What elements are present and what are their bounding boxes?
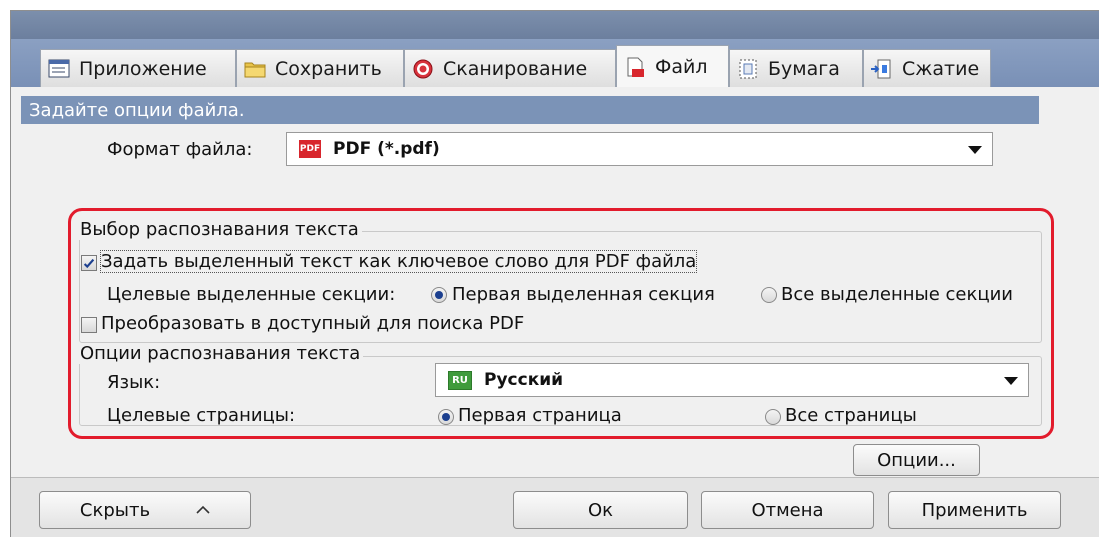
tab-label: Приложение (79, 57, 207, 80)
radio-all-pages[interactable] (765, 409, 781, 425)
radio-first-page[interactable] (438, 409, 454, 425)
keyword-checkbox[interactable] (81, 255, 97, 271)
application-icon (48, 59, 70, 77)
chevron-down-icon (1004, 377, 1018, 385)
radio-all-sections[interactable] (761, 287, 777, 303)
hide-button[interactable]: Скрыть (39, 491, 251, 529)
section-header: Задайте опции файла. (21, 96, 1039, 124)
target-pages-label: Целевые страницы: (107, 405, 296, 426)
checkmark-icon (83, 258, 95, 269)
title-bar (11, 11, 1099, 39)
chevron-down-icon (968, 146, 982, 154)
language-label: Язык: (107, 372, 161, 393)
pdf-icon: PDF (299, 140, 321, 158)
target-sections-label: Целевые выделенные секции: (107, 284, 396, 305)
ru-flag-icon: RU (448, 370, 472, 390)
tab-label: Сохранить (275, 57, 382, 80)
file-icon (627, 57, 644, 77)
file-format-dropdown[interactable]: PDF PDF (*.pdf) (286, 132, 993, 166)
keyword-checkbox-label[interactable]: Задать выделенный текст как ключевое сло… (99, 250, 698, 273)
searchable-pdf-label[interactable]: Преобразовать в доступный для поиска PDF (101, 313, 524, 334)
chevron-up-icon (196, 505, 210, 514)
searchable-pdf-checkbox[interactable] (81, 317, 97, 333)
apply-button[interactable]: Применить (888, 491, 1061, 529)
scan-settings-window: Приложение Сохранить Сканирование Файл Б… (10, 10, 1099, 537)
ocr-selection-title: Выбор распознавания текста (77, 219, 362, 240)
tab-file[interactable]: Файл (616, 45, 729, 87)
tab-save[interactable]: Сохранить (236, 49, 404, 87)
radio-all-sections-label[interactable]: Все выделенные секции (781, 284, 1013, 305)
tab-label: Бумага (768, 57, 840, 80)
paper-icon (739, 59, 757, 78)
tab-application[interactable]: Приложение (40, 49, 236, 87)
radio-first-page-label[interactable]: Первая страница (458, 405, 622, 426)
scan-icon (413, 59, 433, 78)
radio-first-section-label[interactable]: Первая выделенная секция (452, 284, 715, 305)
ocr-options-title: Опции распознавания текста (77, 343, 364, 364)
tab-strip: Приложение Сохранить Сканирование Файл Б… (11, 39, 1099, 87)
language-dropdown[interactable]: RU Русский (435, 363, 1029, 397)
tab-compression[interactable]: Сжатие (863, 49, 991, 87)
hide-button-label: Скрыть (79, 499, 151, 521)
tab-label: Сжатие (902, 57, 980, 80)
options-button[interactable]: Опции... (853, 444, 980, 476)
cancel-button[interactable]: Отмена (701, 491, 874, 529)
tab-label: Файл (655, 55, 708, 78)
language-value: Русский (484, 370, 564, 390)
radio-all-pages-label[interactable]: Все страницы (785, 405, 917, 426)
file-format-value: PDF (*.pdf) (333, 139, 440, 159)
file-format-label: Формат файла: (107, 139, 253, 160)
tab-label: Сканирование (443, 57, 588, 80)
tab-scanning[interactable]: Сканирование (404, 49, 616, 87)
folder-icon (244, 62, 266, 77)
compression-icon (871, 59, 891, 78)
radio-first-section[interactable] (431, 287, 447, 303)
tab-paper[interactable]: Бумага (729, 49, 863, 87)
ok-button[interactable]: Ок (513, 491, 688, 529)
